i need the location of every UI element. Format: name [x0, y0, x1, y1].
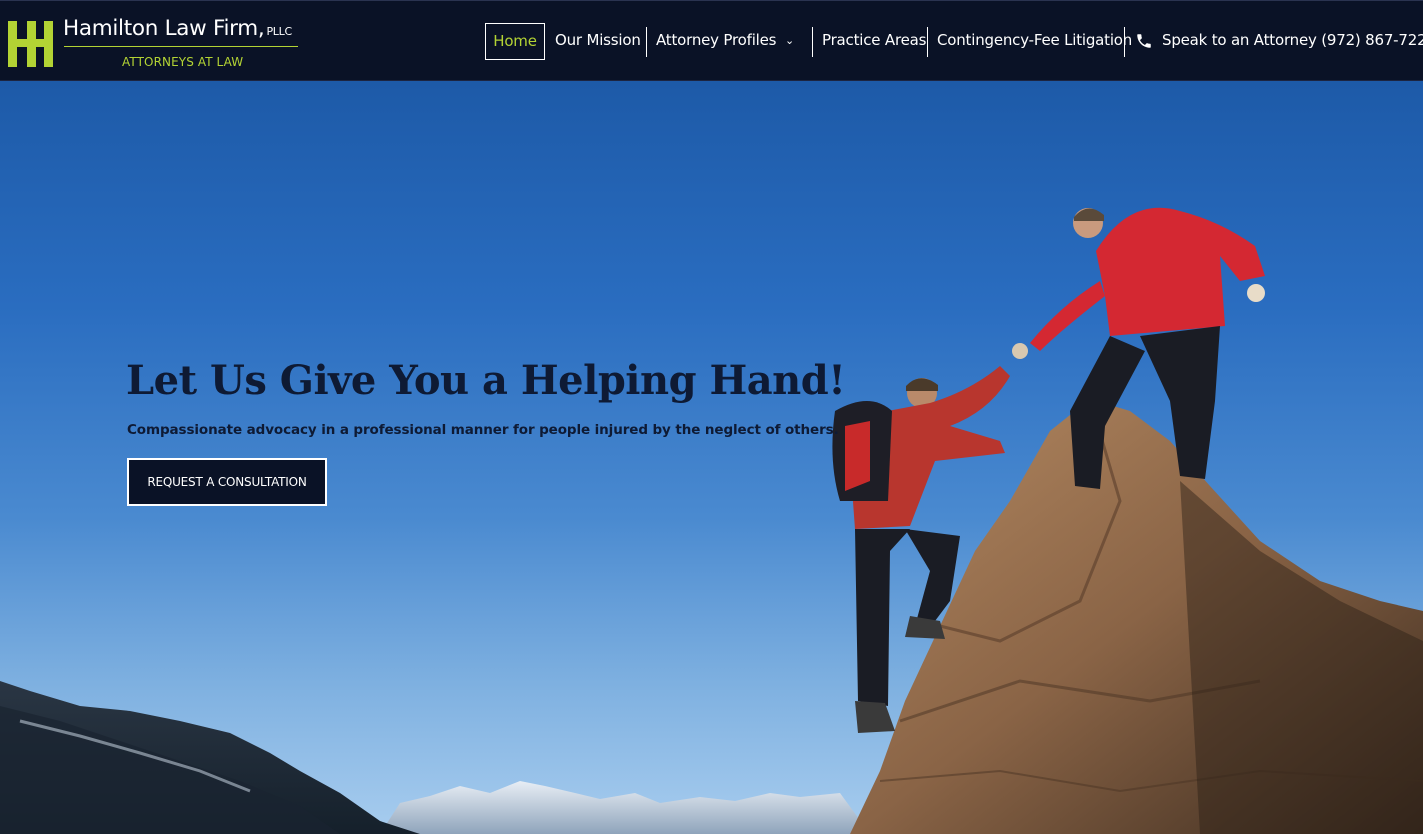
brand-name-text: Hamilton Law Firm, — [63, 16, 265, 41]
nav-speak-to-attorney-phone[interactable]: Speak to an Attorney (972) 867-7220 — [1162, 23, 1423, 60]
nav-contingency-fee-litigation[interactable]: Contingency-Fee Litigation — [937, 23, 1132, 60]
nav-divider — [927, 27, 928, 57]
nav-practice-areas[interactable]: Practice Areas — [822, 23, 926, 60]
chevron-down-icon[interactable]: ⌄ — [785, 23, 794, 60]
brand-name: Hamilton Law Firm, PLLC — [63, 16, 292, 41]
brand-suffix: PLLC — [266, 25, 292, 38]
site-header: Hamilton Law Firm, PLLC ATTORNEYS AT LAW … — [0, 0, 1423, 81]
site-logo[interactable]: Hamilton Law Firm, PLLC ATTORNEYS AT LAW — [6, 15, 306, 73]
hero-subtitle: Compassionate advocacy in a professional… — [127, 422, 839, 438]
brand-tagline: ATTORNEYS AT LAW — [122, 55, 244, 69]
nav-home[interactable]: Home — [485, 23, 545, 60]
nav-our-mission[interactable]: Our Mission — [555, 23, 641, 60]
request-consultation-button[interactable]: REQUEST A CONSULTATION — [127, 458, 327, 506]
nav-divider — [646, 27, 647, 57]
hero-title: Let Us Give You a Helping Hand! — [126, 357, 846, 404]
phone-icon[interactable] — [1135, 32, 1153, 50]
nav-attorney-profiles[interactable]: Attorney Profiles — [656, 23, 776, 60]
hero-section: Let Us Give You a Helping Hand! Compassi… — [0, 81, 1423, 834]
nav-divider — [812, 27, 813, 57]
logo-divider — [64, 46, 298, 47]
nav-divider — [1124, 27, 1125, 57]
hh-monogram-icon — [8, 21, 53, 67]
